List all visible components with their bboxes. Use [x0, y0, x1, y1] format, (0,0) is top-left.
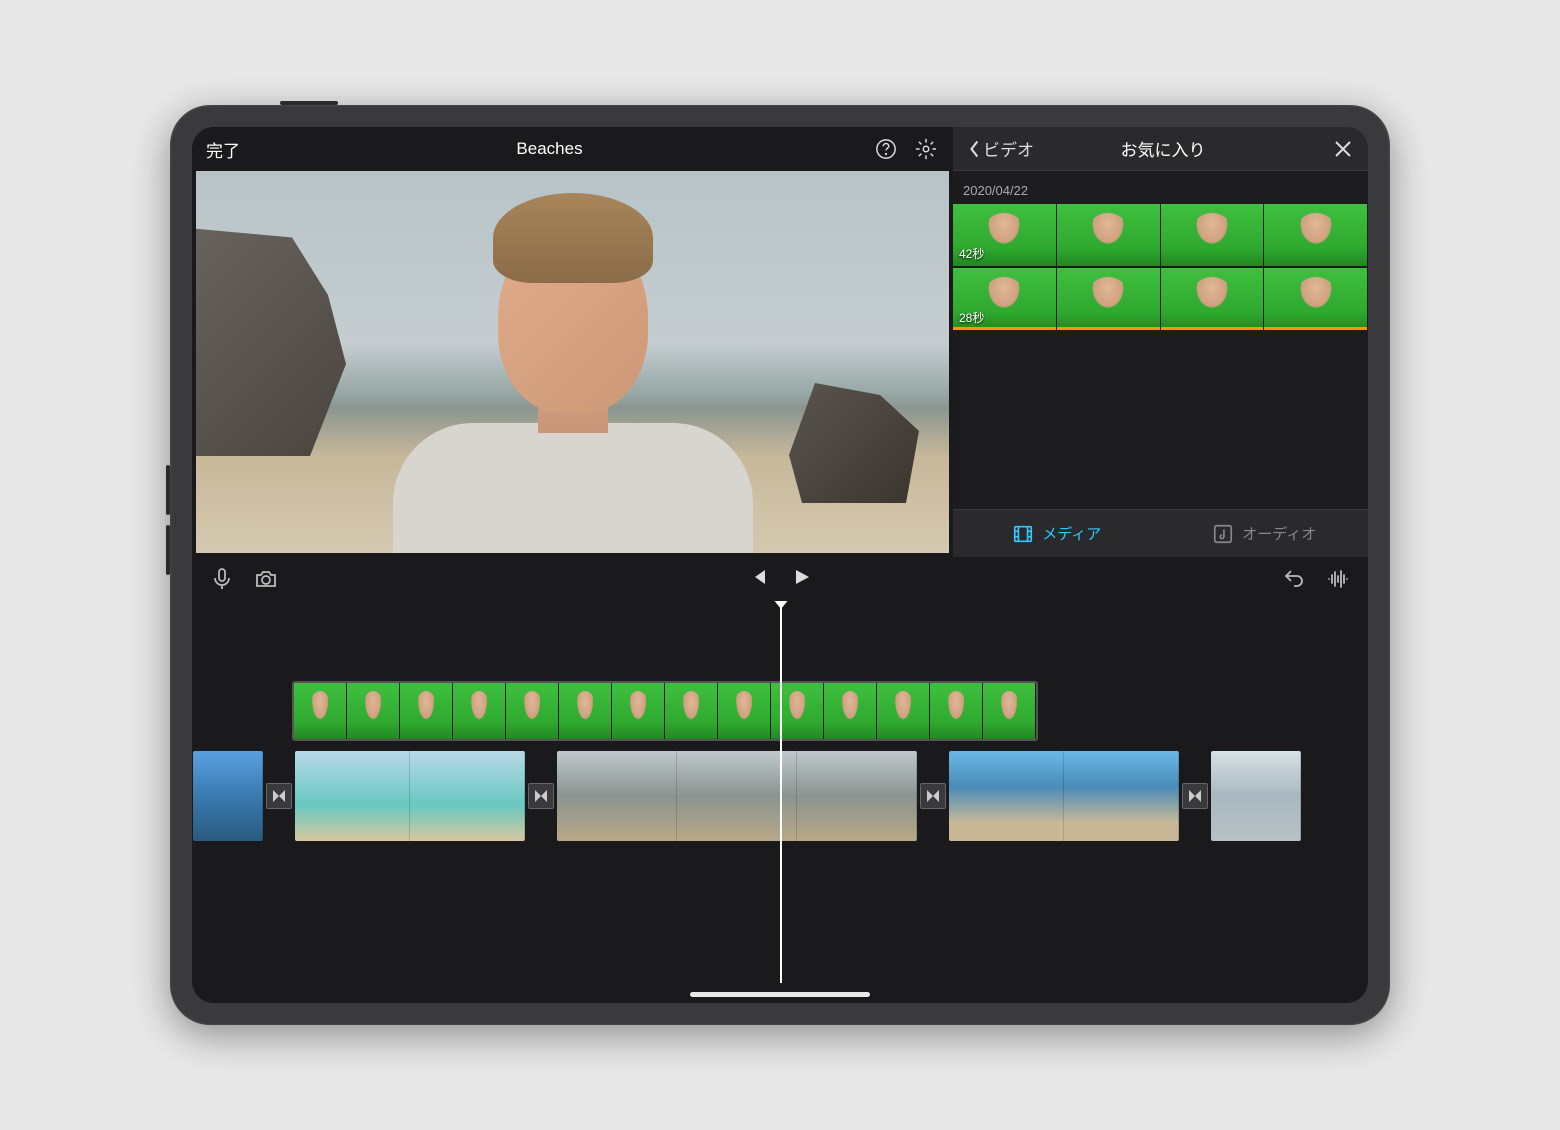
clip-frame — [410, 751, 525, 841]
overlay-track[interactable] — [292, 681, 1038, 741]
clip-frame — [677, 751, 797, 841]
microphone-icon[interactable] — [210, 567, 234, 591]
playhead[interactable] — [780, 601, 782, 983]
preview-viewport[interactable] — [196, 171, 949, 553]
device-volume-up — [166, 465, 170, 515]
video-clip[interactable] — [949, 751, 1179, 841]
device-volume-down — [166, 525, 170, 575]
video-clip[interactable] — [193, 751, 263, 841]
video-clip[interactable] — [1211, 751, 1301, 841]
device-power-button — [280, 101, 338, 105]
media-date: 2020/04/22 — [953, 179, 1368, 202]
video-clip[interactable] — [557, 751, 917, 841]
viewer-header: 完了 Beaches — [192, 127, 953, 171]
clip-thumbnail[interactable] — [1057, 204, 1160, 266]
media-tabs: メディア オーディオ — [953, 509, 1368, 557]
undo-icon[interactable] — [1282, 567, 1306, 591]
toolbar — [192, 557, 1368, 601]
media-browser-header: ビデオ お気に入り — [953, 127, 1368, 171]
play-icon[interactable] — [792, 567, 812, 592]
settings-icon[interactable] — [913, 136, 939, 162]
clip-thumbnail[interactable] — [1161, 204, 1264, 266]
transition-icon[interactable] — [1182, 783, 1208, 809]
overlay-frame[interactable] — [983, 683, 1035, 739]
clip-duration-label: 28秒 — [959, 309, 984, 326]
clip-thumbnail[interactable] — [1161, 268, 1264, 330]
overlay-frame[interactable] — [771, 683, 823, 739]
overlay-frame[interactable] — [877, 683, 929, 739]
tab-audio-label: オーディオ — [1242, 523, 1316, 544]
waveform-icon[interactable] — [1326, 567, 1350, 591]
home-indicator[interactable] — [690, 992, 870, 997]
project-title: Beaches — [240, 139, 859, 159]
transition-icon[interactable] — [920, 783, 946, 809]
overlay-frame[interactable] — [347, 683, 399, 739]
clip-thumbnail[interactable] — [1264, 268, 1367, 330]
preview-bg-rock — [196, 226, 346, 456]
timeline[interactable] — [192, 601, 1368, 1003]
overlay-frame[interactable] — [718, 683, 770, 739]
tab-media-label: メディア — [1042, 523, 1101, 544]
clip-frame — [949, 751, 1064, 841]
clip-thumbnail[interactable] — [1057, 268, 1160, 330]
transport-controls — [748, 567, 812, 592]
close-icon[interactable] — [1332, 138, 1354, 160]
overlay-frame[interactable] — [294, 683, 346, 739]
clip-frame — [1064, 751, 1179, 841]
overlay-frame[interactable] — [824, 683, 876, 739]
overlay-frame[interactable] — [930, 683, 982, 739]
clip-frame — [193, 751, 263, 841]
video-clip[interactable] — [295, 751, 525, 841]
clip-frame — [557, 751, 677, 841]
media-clip-row[interactable]: 42秒 — [953, 204, 1368, 266]
overlay-frame[interactable] — [559, 683, 611, 739]
overlay-frame[interactable] — [453, 683, 505, 739]
help-icon[interactable] — [873, 136, 899, 162]
tab-audio[interactable]: オーディオ — [1161, 510, 1369, 557]
preview-bg-rock — [789, 383, 919, 503]
overlay-frame[interactable] — [612, 683, 664, 739]
overlay-clip[interactable] — [292, 681, 1038, 741]
media-browser: ビデオ お気に入り 2020/04/22 42秒 28秒 メディア — [953, 127, 1368, 557]
viewer-panel: 完了 Beaches — [192, 127, 953, 557]
clip-thumbnail[interactable] — [1264, 204, 1367, 266]
done-button[interactable]: 完了 — [206, 137, 240, 162]
overlay-frame[interactable] — [506, 683, 558, 739]
transition-icon[interactable] — [528, 783, 554, 809]
camera-icon[interactable] — [254, 567, 278, 591]
media-clip-row[interactable]: 28秒 — [953, 268, 1368, 330]
transition-icon[interactable] — [266, 783, 292, 809]
media-body[interactable]: 2020/04/22 42秒 28秒 — [953, 171, 1368, 509]
ipad-frame: 完了 Beaches — [170, 105, 1390, 1025]
tab-media[interactable]: メディア — [953, 510, 1161, 557]
clip-duration-label: 42秒 — [959, 245, 984, 262]
skip-back-icon[interactable] — [748, 567, 768, 592]
clip-frame — [295, 751, 410, 841]
clip-frame — [797, 751, 917, 841]
main-video-track[interactable] — [192, 751, 1302, 841]
overlay-frame[interactable] — [665, 683, 717, 739]
screen: 完了 Beaches — [192, 127, 1368, 1003]
preview-foreground-person — [383, 233, 763, 553]
overlay-frame[interactable] — [400, 683, 452, 739]
clip-frame — [1211, 751, 1301, 841]
media-browser-title: お気に入り — [994, 136, 1332, 161]
